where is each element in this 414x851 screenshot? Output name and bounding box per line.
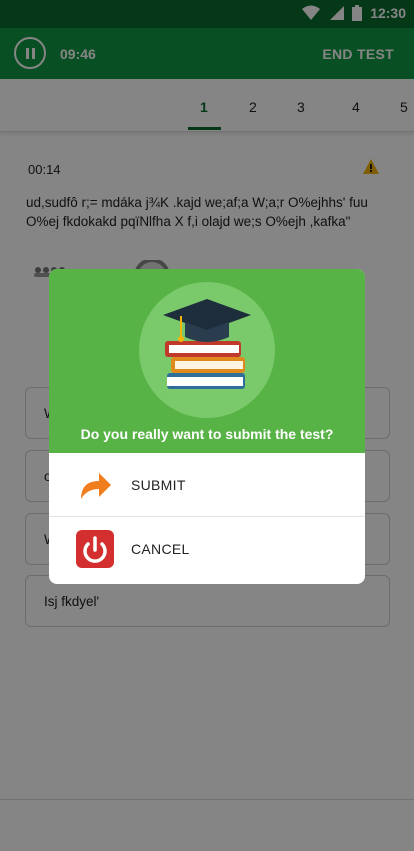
forward-arrow-icon — [81, 473, 111, 499]
graduation-books-icon — [163, 299, 251, 389]
dialog-header: Do you really want to submit the test? — [49, 269, 365, 453]
cancel-row[interactable]: CANCEL — [49, 517, 365, 581]
submit-label: SUBMIT — [131, 477, 186, 493]
cancel-label: CANCEL — [131, 541, 190, 557]
submit-row[interactable]: SUBMIT — [49, 453, 365, 517]
dialog-question: Do you really want to submit the test? — [80, 426, 334, 442]
power-icon — [76, 530, 114, 568]
submit-dialog: Do you really want to submit the test? S… — [49, 269, 365, 584]
